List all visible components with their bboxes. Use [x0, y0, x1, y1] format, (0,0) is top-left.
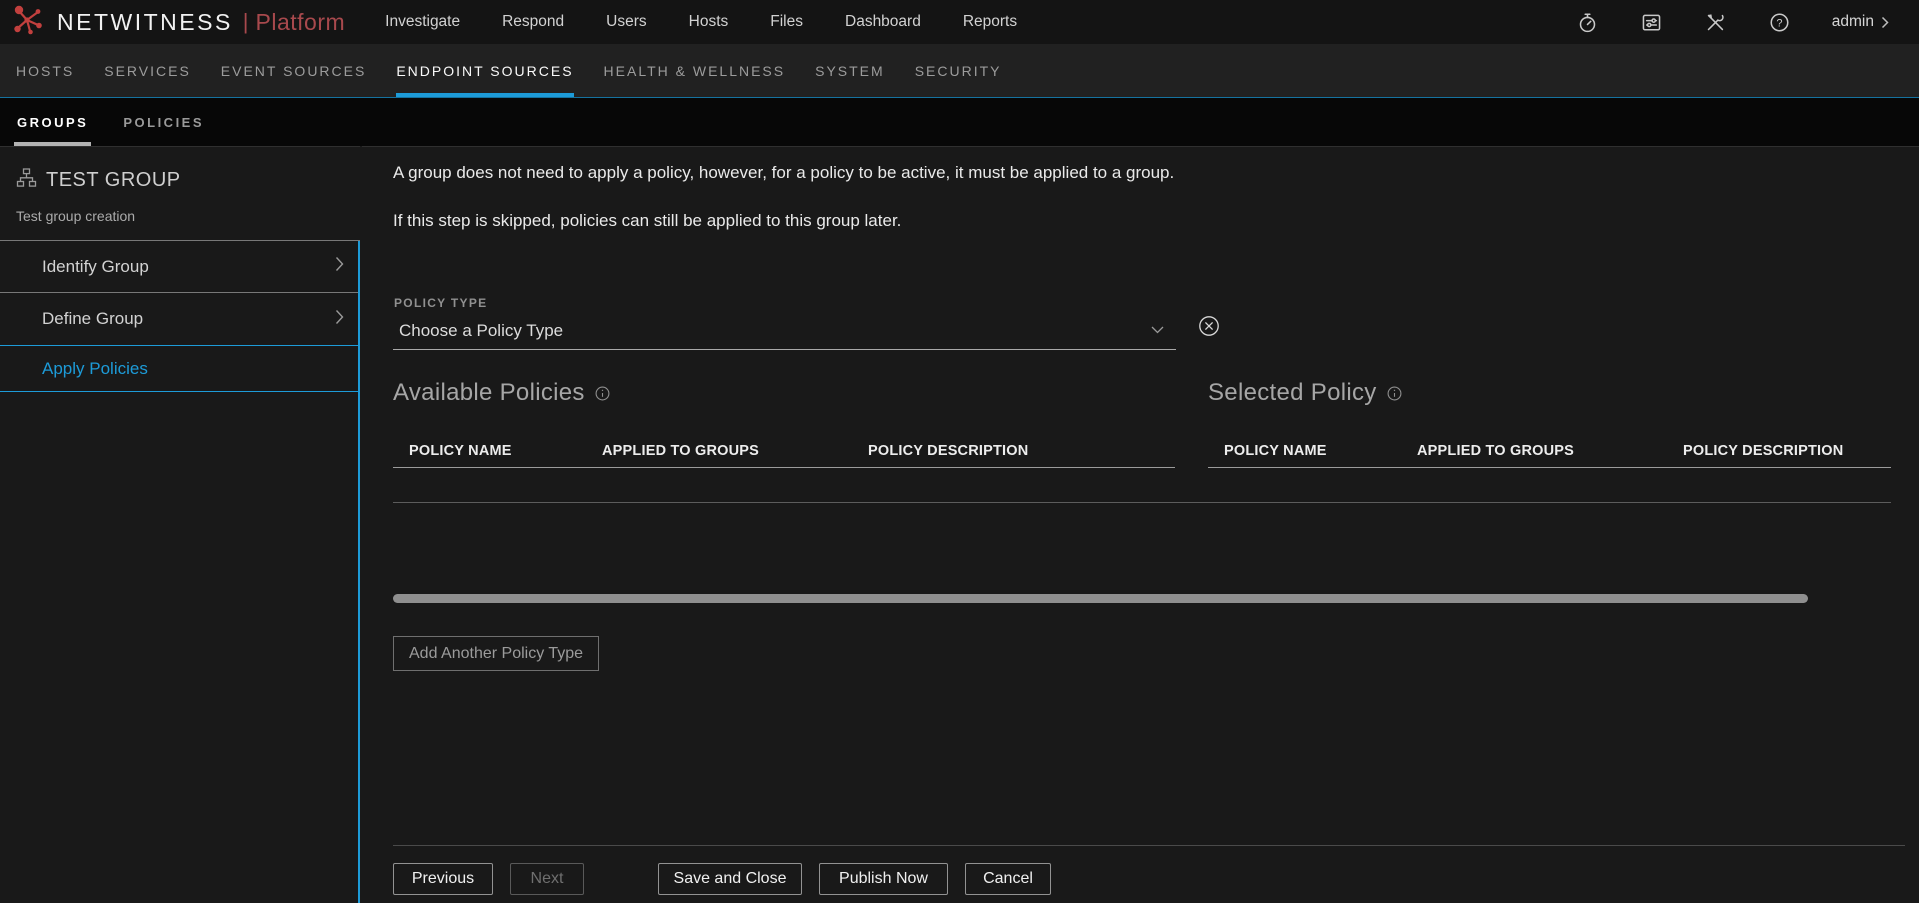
column-applied-to-groups: APPLIED TO GROUPS	[602, 443, 868, 459]
sidebar-blue-border	[358, 241, 360, 903]
chevron-right-icon	[335, 309, 344, 330]
step-label: Apply Policies	[42, 359, 148, 379]
group-name: TEST GROUP	[46, 169, 181, 192]
add-another-policy-type-button[interactable]: Add Another Policy Type	[393, 636, 599, 671]
next-button[interactable]: Next	[510, 863, 584, 895]
remove-policy-type-icon[interactable]	[1198, 315, 1220, 337]
brand-separator: |	[243, 9, 249, 35]
brand-product: Platform	[256, 9, 346, 36]
nav-item-files[interactable]: Files	[770, 13, 803, 31]
tab-hosts[interactable]: HOSTS	[16, 44, 74, 97]
column-policy-name: POLICY NAME	[1224, 443, 1417, 459]
subtab-policies[interactable]: POLICIES	[123, 98, 204, 146]
policy-type-value: Choose a Policy Type	[399, 321, 563, 341]
tab-services[interactable]: SERVICES	[104, 44, 191, 97]
timer-icon[interactable]	[1576, 11, 1599, 34]
available-policies-title-text: Available Policies	[393, 379, 585, 407]
chevron-down-icon	[1151, 321, 1164, 339]
apply-policies-panel: A group does not need to apply a policy,…	[362, 146, 1919, 903]
group-description: Test group creation	[16, 208, 344, 224]
wizard-footer: Previous Next Save and Close Publish Now…	[393, 863, 1051, 895]
primary-nav: Investigate Respond Users Hosts Files Da…	[385, 13, 1017, 31]
wizard-step-define-group[interactable]: Define Group	[0, 293, 360, 345]
info-icon[interactable]	[1387, 380, 1402, 408]
admin-tools-icon[interactable]	[1704, 11, 1727, 34]
group-header: TEST GROUP Test group creation	[0, 147, 360, 241]
group-icon	[16, 168, 37, 193]
nav-item-respond[interactable]: Respond	[502, 13, 564, 31]
endpoint-sources-subtabs: GROUPS POLICIES	[0, 98, 1919, 146]
nav-item-users[interactable]: Users	[606, 13, 646, 31]
help-icon[interactable]: ?	[1768, 11, 1791, 34]
tab-event-sources[interactable]: EVENT SOURCES	[221, 44, 367, 97]
nav-item-dashboard[interactable]: Dashboard	[845, 13, 921, 31]
column-policy-name: POLICY NAME	[409, 443, 602, 459]
nav-item-reports[interactable]: Reports	[963, 13, 1017, 31]
selected-policy-title-text: Selected Policy	[1208, 379, 1377, 407]
column-policy-description: POLICY DESCRIPTION	[1683, 443, 1891, 459]
tab-security[interactable]: SECURITY	[915, 44, 1002, 97]
chevron-right-icon	[335, 256, 344, 277]
footer-divider	[393, 845, 1905, 846]
column-policy-description: POLICY DESCRIPTION	[868, 443, 1175, 459]
previous-button[interactable]: Previous	[393, 863, 493, 895]
step-label: Identify Group	[42, 257, 149, 277]
wizard-step-apply-policies[interactable]: Apply Policies	[0, 345, 360, 392]
tab-health-wellness[interactable]: HEALTH & WELLNESS	[604, 44, 786, 97]
available-policies-table: POLICY NAME APPLIED TO GROUPS POLICY DES…	[393, 435, 1175, 468]
group-wizard-sidebar: TEST GROUP Test group creation Identify …	[0, 146, 360, 903]
column-applied-to-groups: APPLIED TO GROUPS	[1417, 443, 1683, 459]
top-right-toolbar: ? admin	[1576, 11, 1919, 34]
available-policies-title: Available Policies	[393, 379, 610, 408]
save-and-close-button[interactable]: Save and Close	[658, 863, 802, 895]
step-label: Define Group	[42, 309, 143, 329]
intro-text-1: A group does not need to apply a policy,…	[393, 163, 1174, 183]
tables-bottom-divider	[393, 502, 1891, 503]
netwitness-logo-icon	[11, 3, 45, 42]
user-menu[interactable]: admin	[1832, 13, 1889, 31]
policy-type-label: POLICY TYPE	[394, 296, 487, 310]
publish-now-button[interactable]: Publish Now	[819, 863, 948, 895]
info-icon[interactable]	[595, 380, 610, 408]
selected-policy-table: POLICY NAME APPLIED TO GROUPS POLICY DES…	[1208, 435, 1891, 468]
wizard-step-identify-group[interactable]: Identify Group	[0, 241, 360, 293]
event-feed-icon[interactable]	[1640, 11, 1663, 34]
policy-type-select[interactable]: Choose a Policy Type	[393, 315, 1176, 350]
tab-system[interactable]: SYSTEM	[815, 44, 885, 97]
intro-text-2: If this step is skipped, policies can st…	[393, 211, 901, 231]
chevron-right-icon	[1881, 16, 1889, 29]
horizontal-scrollbar[interactable]	[393, 594, 1808, 603]
table-header-row: POLICY NAME APPLIED TO GROUPS POLICY DES…	[1208, 435, 1891, 468]
nav-item-hosts[interactable]: Hosts	[689, 13, 729, 31]
user-name: admin	[1832, 13, 1874, 31]
selected-policy-title: Selected Policy	[1208, 379, 1402, 408]
tab-endpoint-sources[interactable]: ENDPOINT SOURCES	[396, 44, 573, 97]
top-navbar: NETWITNESS | Platform Investigate Respon…	[0, 0, 1919, 44]
subtab-groups[interactable]: GROUPS	[17, 98, 88, 146]
brand-name: NETWITNESS	[57, 9, 233, 36]
svg-text:?: ?	[1776, 17, 1782, 29]
admin-module-tabs: HOSTS SERVICES EVENT SOURCES ENDPOINT SO…	[0, 44, 1919, 98]
nav-item-investigate[interactable]: Investigate	[385, 13, 460, 31]
netwitness-app: NETWITNESS | Platform Investigate Respon…	[0, 0, 1919, 903]
brand[interactable]: NETWITNESS | Platform	[11, 3, 345, 42]
cancel-button[interactable]: Cancel	[965, 863, 1051, 895]
table-header-row: POLICY NAME APPLIED TO GROUPS POLICY DES…	[393, 435, 1175, 468]
